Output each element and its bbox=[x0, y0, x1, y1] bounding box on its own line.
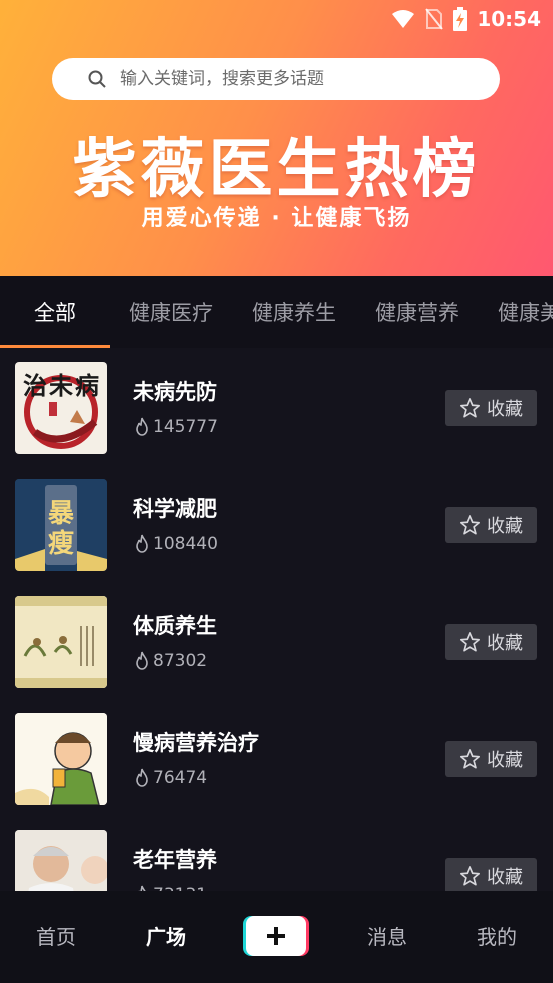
list-item[interactable]: 慢病营养治疗 76474 收藏 bbox=[0, 699, 553, 816]
nav-home[interactable]: 首页 bbox=[20, 891, 92, 983]
bottom-nav: 首页 广场 消息 我的 bbox=[0, 891, 553, 983]
nav-messages[interactable]: 消息 bbox=[351, 891, 423, 983]
hero-title: 紫薇医生热榜 bbox=[72, 133, 481, 207]
list-item[interactable]: 老年营养 73131 收藏 bbox=[0, 816, 553, 891]
tab-health-nutrition[interactable]: 健康营养 bbox=[375, 276, 459, 348]
topic-title: 科学减肥 bbox=[133, 497, 217, 521]
topic-title: 未病先防 bbox=[133, 380, 217, 404]
thumbnail-text: 治未病 bbox=[23, 371, 101, 400]
favorite-button[interactable]: 收藏 bbox=[445, 624, 537, 660]
topic-thumbnail bbox=[15, 830, 107, 891]
tab-all[interactable]: 全部 bbox=[34, 276, 76, 348]
topic-title: 体质养生 bbox=[133, 614, 217, 638]
favorite-button[interactable]: 收藏 bbox=[445, 858, 537, 891]
star-icon bbox=[460, 515, 480, 535]
header-banner: 10:54 紫薇医生热榜 用爱心传递 · 让健康飞扬 bbox=[0, 0, 553, 276]
star-icon bbox=[460, 632, 480, 652]
nav-square[interactable]: 广场 bbox=[130, 891, 202, 983]
topic-title: 慢病营养治疗 bbox=[133, 731, 259, 755]
topic-title: 老年营养 bbox=[133, 848, 217, 872]
tab-health-wellness[interactable]: 健康养生 bbox=[252, 276, 336, 348]
tab-health-beauty[interactable]: 健康美 bbox=[498, 276, 553, 348]
favorite-button[interactable]: 收藏 bbox=[445, 741, 537, 777]
status-bar: 10:54 bbox=[391, 6, 541, 32]
topic-heat: 145777 bbox=[133, 417, 218, 437]
create-post-button[interactable] bbox=[246, 916, 306, 956]
search-icon bbox=[88, 70, 106, 88]
list-item[interactable]: 暴瘦 科学减肥 108440 收藏 bbox=[0, 465, 553, 582]
topic-thumbnail bbox=[15, 596, 107, 688]
star-icon bbox=[460, 749, 480, 769]
search-bar[interactable] bbox=[52, 58, 500, 100]
topic-heat: 76474 bbox=[133, 768, 207, 788]
flame-icon bbox=[136, 651, 148, 670]
plus-icon bbox=[267, 927, 285, 945]
star-icon bbox=[460, 398, 480, 418]
topic-thumbnail: 治未病 bbox=[15, 362, 107, 454]
wifi-icon bbox=[392, 10, 415, 28]
list-item[interactable]: 体质养生 87302 收藏 bbox=[0, 582, 553, 699]
favorite-button[interactable]: 收藏 bbox=[445, 507, 537, 543]
hero-subtitle: 用爱心传递 · 让健康飞扬 bbox=[141, 206, 412, 231]
topic-thumbnail: 暴瘦 bbox=[15, 479, 107, 571]
search-input[interactable] bbox=[118, 68, 482, 90]
status-time: 10:54 bbox=[477, 7, 541, 31]
flame-icon bbox=[136, 768, 148, 787]
tab-health-medical[interactable]: 健康医疗 bbox=[129, 276, 213, 348]
star-icon bbox=[460, 866, 480, 886]
topic-thumbnail bbox=[15, 713, 107, 805]
flame-icon bbox=[136, 417, 148, 436]
flame-icon bbox=[136, 534, 148, 553]
no-sim-icon bbox=[425, 8, 444, 30]
thumbnail-text: 暴瘦 bbox=[47, 499, 74, 559]
topic-heat: 108440 bbox=[133, 534, 218, 554]
topic-list: 治未病 未病先防 145777 收藏 暴瘦 科学减肥 108440 收藏 体质养… bbox=[0, 348, 553, 891]
battery-charging-icon bbox=[453, 7, 468, 31]
favorite-button[interactable]: 收藏 bbox=[445, 390, 537, 426]
topic-heat: 87302 bbox=[133, 651, 207, 671]
category-tabs: 全部 健康医疗 健康养生 健康营养 健康美 bbox=[0, 276, 553, 348]
nav-mine[interactable]: 我的 bbox=[461, 891, 533, 983]
list-item[interactable]: 治未病 未病先防 145777 收藏 bbox=[0, 348, 553, 465]
